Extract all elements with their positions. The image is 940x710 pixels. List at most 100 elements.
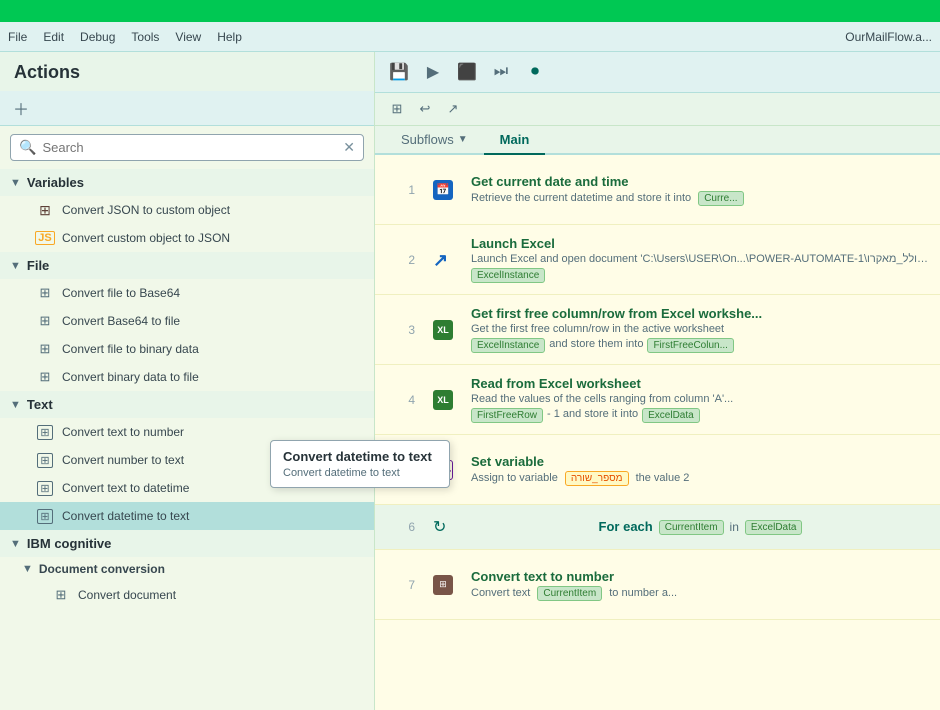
flow-row-foreach[interactable]: 6 ↻ For each CurrentItem in ExcelData bbox=[375, 505, 940, 550]
menu-edit[interactable]: Edit bbox=[43, 30, 64, 44]
tab-main[interactable]: Main bbox=[484, 126, 546, 155]
row-icon: 📅 bbox=[425, 155, 461, 224]
row-title: Get current date and time bbox=[471, 174, 930, 189]
action-label: Convert Base64 to file bbox=[62, 314, 180, 328]
menu-help[interactable]: Help bbox=[217, 30, 242, 44]
category-label-text: Text bbox=[27, 397, 53, 412]
row-title: For each bbox=[599, 519, 653, 534]
file-icon: ⊞ bbox=[36, 340, 54, 358]
list-item[interactable]: ⊞ Convert JSON to custom object bbox=[0, 196, 374, 224]
step-button[interactable]: ⏭ bbox=[487, 58, 515, 86]
row-title: Convert text to number bbox=[471, 569, 930, 584]
tag-text: - 1 and store it into bbox=[547, 408, 638, 423]
record-button[interactable]: ⏺ bbox=[521, 58, 549, 86]
action-label: Convert number to text bbox=[62, 453, 184, 467]
flow-toolbar2: ⊞ ↩ ↗ bbox=[375, 93, 940, 126]
row-tags: FirstFreeRow - 1 and store it into Excel… bbox=[471, 408, 930, 423]
action-label: Convert document bbox=[78, 588, 176, 602]
text-icon: ⊞ bbox=[36, 423, 54, 441]
menu-tools[interactable]: Tools bbox=[131, 30, 159, 44]
left-toolbar: ＋ bbox=[0, 91, 374, 126]
list-item[interactable]: ⊞ Convert file to Base64 bbox=[0, 279, 374, 307]
search-icon: 🔍 bbox=[19, 139, 36, 156]
foreach-in-label: in bbox=[730, 520, 739, 534]
search-bar: 🔍 Convert ✕ bbox=[10, 134, 364, 161]
chevron-down-icon: ▼ bbox=[10, 538, 21, 550]
menu-debug[interactable]: Debug bbox=[80, 30, 115, 44]
flow-toolbar: 💾 ▶ ⬛ ⏭ ⏺ bbox=[375, 52, 940, 93]
row-title: Read from Excel worksheet bbox=[471, 376, 930, 391]
row-desc: Retrieve the current datetime and store … bbox=[471, 191, 930, 206]
list-item[interactable]: ⊞ Convert text to datetime bbox=[0, 474, 374, 502]
list-item[interactable]: ⊞ Convert text to number bbox=[0, 418, 374, 446]
category-header-text[interactable]: ▼ Text bbox=[0, 391, 374, 418]
stop-button[interactable]: ⬛ bbox=[453, 58, 481, 86]
category-file: ▼ File ⊞ Convert file to Base64 ⊞ Conver… bbox=[0, 252, 374, 391]
tabs-bar: Subflows ▼ Main bbox=[375, 126, 940, 155]
list-item[interactable]: JS Convert custom object to JSON bbox=[0, 224, 374, 252]
tab-subflows[interactable]: Subflows ▼ bbox=[385, 126, 484, 155]
flow-row[interactable]: 3 XL Get first free column/row from Exce… bbox=[375, 295, 940, 365]
category-label-variables: Variables bbox=[27, 175, 84, 190]
toolbar2-btn2[interactable]: ↩ bbox=[413, 97, 437, 121]
menu-view[interactable]: View bbox=[175, 30, 201, 44]
list-item[interactable]: ⊞ Convert binary data to file bbox=[0, 363, 374, 391]
action-list: ▼ Variables ⊞ Convert JSON to custom obj… bbox=[0, 169, 374, 710]
text-icon: ⊞ bbox=[36, 479, 54, 497]
file-icon: ⊞ bbox=[52, 586, 70, 604]
flow-row[interactable]: 4 XL Read from Excel worksheet Read the … bbox=[375, 365, 940, 435]
list-item-selected[interactable]: ⊞ Convert datetime to text bbox=[0, 502, 374, 530]
panel-header: Actions bbox=[0, 52, 374, 91]
category-header-file[interactable]: ▼ File bbox=[0, 252, 374, 279]
run-button[interactable]: ▶ bbox=[419, 58, 447, 86]
flow-content: 1 📅 Get current date and time Retrieve t… bbox=[375, 155, 940, 710]
row-icon: {x} bbox=[425, 435, 461, 504]
status-badge: Curre... bbox=[698, 191, 743, 206]
save-button[interactable]: 💾 bbox=[385, 58, 413, 86]
list-item[interactable]: ⊞ Convert Base64 to file bbox=[0, 307, 374, 335]
plus-button[interactable]: ＋ bbox=[8, 95, 34, 121]
menu-bar: File Edit Debug Tools View Help OurMailF… bbox=[0, 22, 940, 52]
flow-row[interactable]: 5 {x} Set variable Assign to variable מס… bbox=[375, 435, 940, 505]
menu-file[interactable]: File bbox=[8, 30, 27, 44]
list-item[interactable]: ⊞ Convert file to binary data bbox=[0, 335, 374, 363]
row-number: 1 bbox=[375, 155, 425, 224]
row-number: 7 bbox=[375, 550, 425, 619]
action-label: Convert datetime to text bbox=[62, 509, 189, 523]
search-input[interactable]: Convert bbox=[42, 140, 337, 155]
row-title: Get first free column/row from Excel wor… bbox=[471, 306, 930, 321]
tab-subflows-label: Subflows bbox=[401, 132, 454, 147]
category-label-ibm: IBM cognitive bbox=[27, 536, 112, 551]
status-badge: ExcelInstance bbox=[471, 338, 545, 353]
subcategory-header[interactable]: ▼ Document conversion bbox=[0, 557, 374, 581]
row-title: Set variable bbox=[471, 454, 930, 469]
foreach-list-tag: ExcelData bbox=[745, 520, 803, 535]
row-icon: ↗ bbox=[425, 225, 461, 294]
row-tags: ExcelInstance bbox=[471, 268, 930, 283]
arrow-icon: ↗ bbox=[433, 250, 453, 270]
tab-main-label: Main bbox=[500, 132, 530, 147]
category-header-variables[interactable]: ▼ Variables bbox=[0, 169, 374, 196]
flow-row[interactable]: 1 📅 Get current date and time Retrieve t… bbox=[375, 155, 940, 225]
chevron-down-icon: ▼ bbox=[10, 177, 21, 189]
text-icon: ⊞ bbox=[36, 507, 54, 525]
chevron-down-icon: ▼ bbox=[10, 399, 21, 411]
action-label: Convert JSON to custom object bbox=[62, 203, 230, 217]
flow-row[interactable]: 7 ⊞ Convert text to number Convert text … bbox=[375, 550, 940, 620]
clear-search-icon[interactable]: ✕ bbox=[343, 139, 355, 156]
row-icon: ↻ bbox=[425, 517, 461, 537]
toolbar2-btn1[interactable]: ⊞ bbox=[385, 97, 409, 121]
action-label: Convert text to number bbox=[62, 425, 184, 439]
toolbar2-btn3[interactable]: ↗ bbox=[441, 97, 465, 121]
flow-row[interactable]: 2 ↗ Launch Excel Launch Excel and open d… bbox=[375, 225, 940, 295]
category-label-file: File bbox=[27, 258, 49, 273]
category-header-ibm[interactable]: ▼ IBM cognitive bbox=[0, 530, 374, 557]
convert-icon: ⊞ bbox=[433, 575, 453, 595]
row-desc: Read the values of the cells ranging fro… bbox=[471, 393, 930, 405]
list-item[interactable]: ⊞ Convert number to text bbox=[0, 446, 374, 474]
status-badge: FirstFreeColun... bbox=[647, 338, 733, 353]
row-content: Read from Excel worksheet Read the value… bbox=[461, 365, 940, 434]
tag-text: and store them into bbox=[549, 338, 643, 353]
list-item[interactable]: ⊞ Convert document bbox=[0, 581, 374, 609]
row-content: For each CurrentItem in ExcelData bbox=[461, 511, 940, 544]
